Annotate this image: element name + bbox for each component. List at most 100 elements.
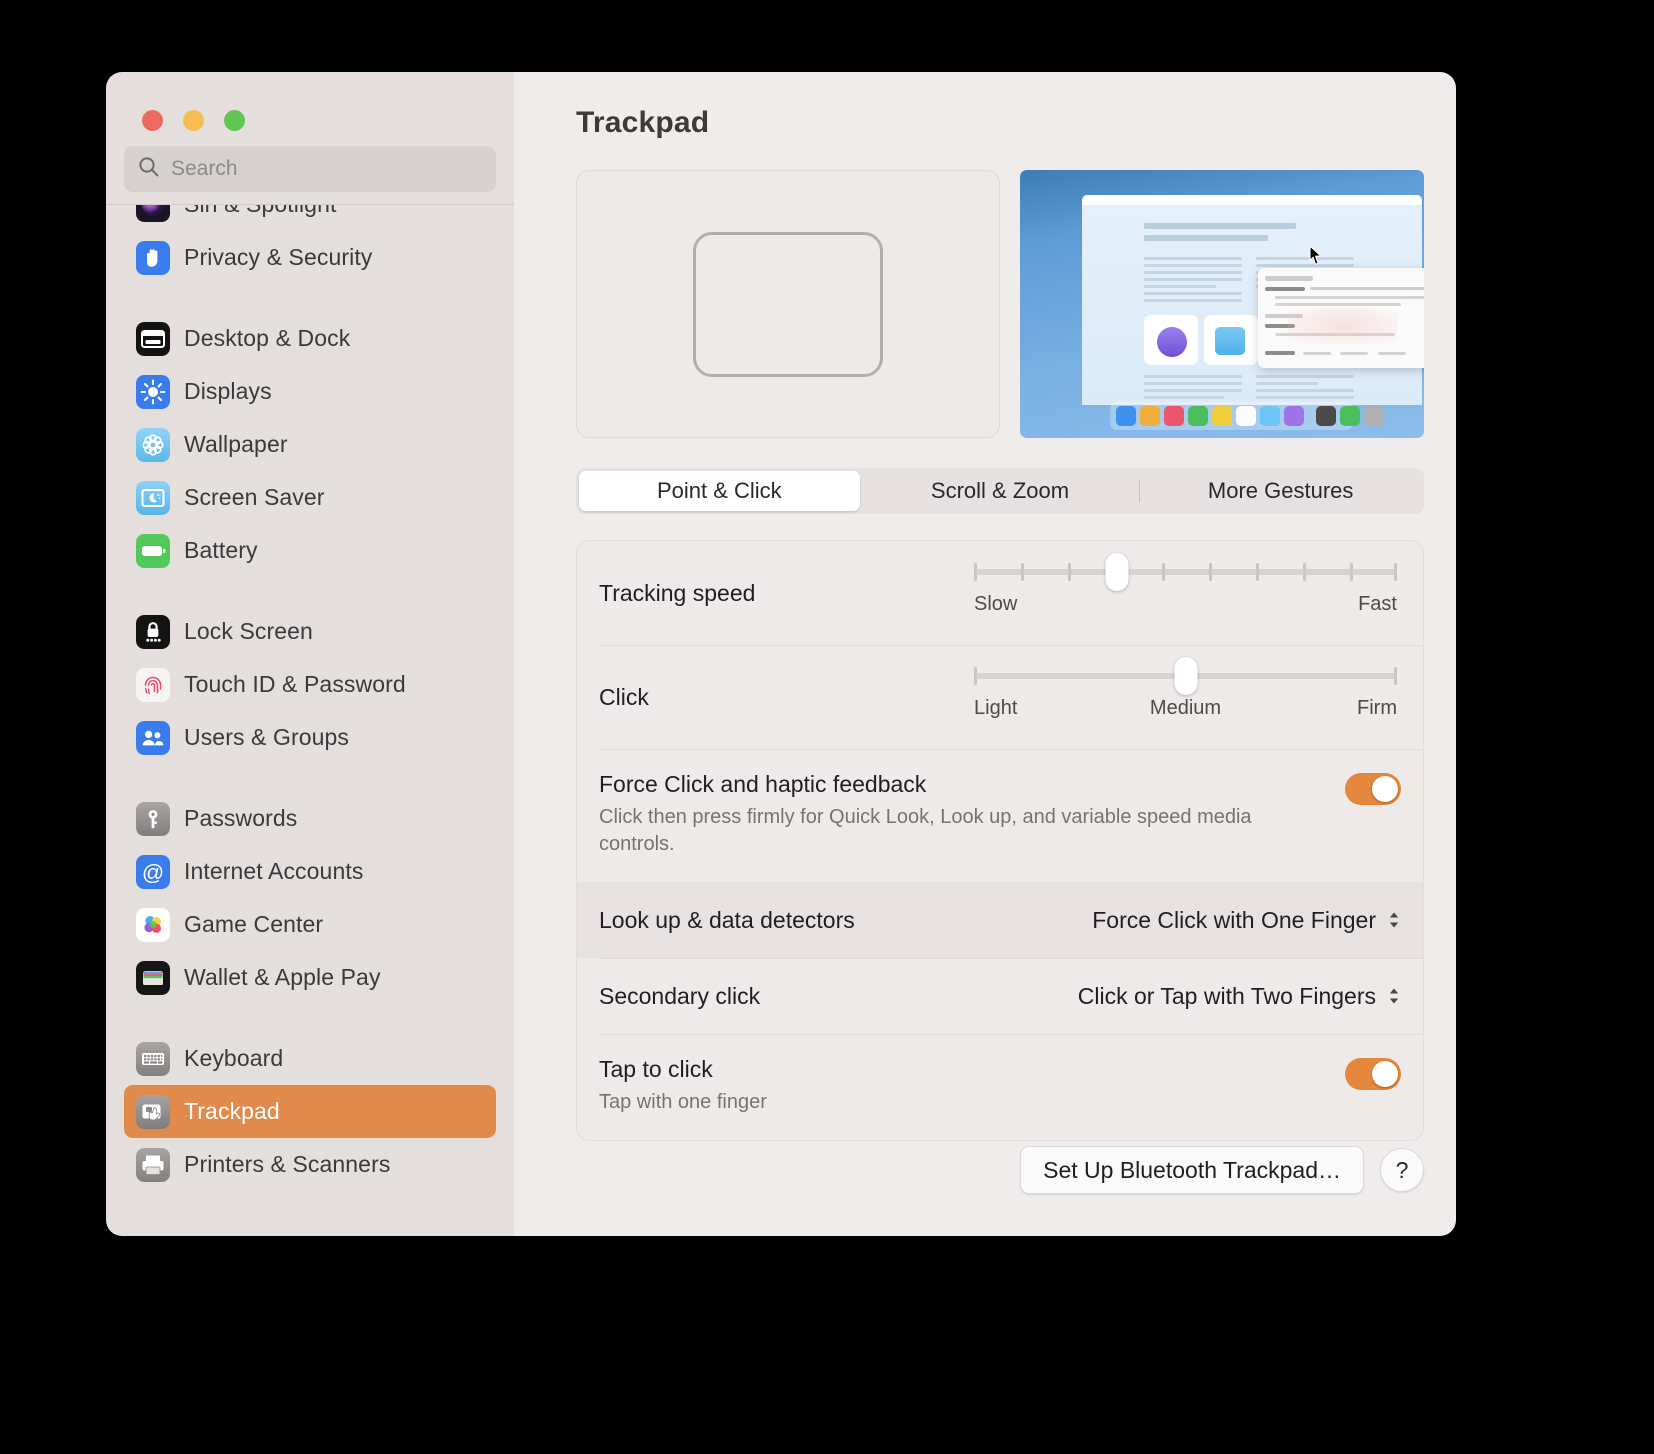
sidebar-item-trackpad[interactable]: Trackpad — [124, 1085, 496, 1138]
row-look-up-data-detectors[interactable]: Look up & data detectors Force Click wit… — [577, 882, 1423, 958]
slider-mid-label: Medium — [1150, 697, 1221, 720]
tab-label: Point & Click — [657, 478, 782, 504]
row-secondary-click[interactable]: Secondary click Click or Tap with Two Fi… — [577, 958, 1423, 1034]
keyboard-icon — [136, 1042, 170, 1076]
sidebar-item-displays[interactable]: Displays — [124, 365, 496, 418]
chevron-updown-icon — [1387, 910, 1401, 930]
sidebar-item-wallet-apple-pay[interactable]: Wallet & Apple Pay — [124, 951, 496, 1004]
sidebar-item-battery[interactable]: Battery — [124, 524, 496, 577]
search-container — [106, 146, 514, 192]
hand-shield-icon — [136, 241, 170, 275]
slider-track[interactable] — [974, 569, 1397, 575]
tab-label: Scroll & Zoom — [931, 478, 1069, 504]
tracking-speed-slider[interactable]: Slow Fast — [974, 569, 1401, 617]
sidebar-group: Keyboard Trackpad — [124, 1032, 496, 1191]
sidebar-item-label: Siri & Spotlight — [184, 204, 336, 218]
sidebar-item-screen-saver[interactable]: Screen Saver — [124, 471, 496, 524]
bluetooth-button-label: Set Up Bluetooth Trackpad… — [1043, 1157, 1341, 1184]
tab-more-gestures[interactable]: More Gestures — [1140, 471, 1421, 511]
search-box[interactable] — [124, 146, 496, 192]
sidebar-item-label: Displays — [184, 378, 272, 405]
slider-track[interactable] — [974, 673, 1397, 679]
trackpad-shape-icon — [693, 232, 883, 377]
trackpad-icon — [136, 1095, 170, 1129]
wallet-icon — [136, 961, 170, 995]
flower-icon — [136, 428, 170, 462]
sidebar-item-label: Battery — [184, 537, 258, 564]
sidebar-divider — [106, 204, 514, 205]
sidebar-item-passwords[interactable]: Passwords — [124, 792, 496, 845]
sidebar-item-lock-screen[interactable]: Lock Screen — [124, 605, 496, 658]
click-slider[interactable]: Light Medium Firm — [974, 673, 1401, 721]
sidebar-item-label: Desktop & Dock — [184, 325, 350, 352]
row-force-click: Force Click and haptic feedback Click th… — [577, 749, 1423, 882]
slider-thumb[interactable] — [1174, 657, 1197, 695]
sidebar-item-internet-accounts[interactable]: @ Internet Accounts — [124, 845, 496, 898]
look-up-value: Force Click with One Finger — [1092, 907, 1376, 934]
sidebar-item-label: Trackpad — [184, 1098, 280, 1125]
sidebar-item-label: Passwords — [184, 805, 297, 832]
settings-card: Tracking speed Slow Fast — [576, 540, 1424, 1141]
look-up-popup-button[interactable]: Force Click with One Finger — [1092, 907, 1401, 934]
sidebar-group: Siri & Spotlight Privacy & Security — [124, 204, 496, 284]
sidebar-group: Lock Screen — [124, 605, 496, 764]
help-button[interactable]: ? — [1380, 1148, 1424, 1192]
sidebar-item-wallpaper[interactable]: Wallpaper — [124, 418, 496, 471]
sidebar-item-keyboard[interactable]: Keyboard — [124, 1032, 496, 1085]
detail-pane: Trackpad — [514, 72, 1456, 1236]
at-sign-icon: @ — [136, 855, 170, 889]
secondary-click-label: Secondary click — [599, 983, 760, 1010]
page-title: Trackpad — [576, 72, 1424, 140]
look-up-label: Look up & data detectors — [599, 907, 855, 934]
slider-min-label: Light — [974, 697, 1017, 720]
tab-scroll-and-zoom[interactable]: Scroll & Zoom — [860, 471, 1141, 511]
battery-icon — [136, 534, 170, 568]
tracking-speed-scale: Slow Fast — [974, 593, 1397, 617]
slider-thumb[interactable] — [1105, 553, 1128, 591]
sidebar: Siri & Spotlight Privacy & Security — [106, 72, 514, 1236]
preview-row — [576, 170, 1424, 438]
sidebar-item-label: Privacy & Security — [184, 244, 372, 271]
close-button[interactable] — [142, 110, 163, 131]
row-tracking-speed: Tracking speed Slow Fast — [577, 541, 1423, 645]
slider-min-label: Slow — [974, 593, 1017, 616]
sidebar-item-label: Internet Accounts — [184, 858, 363, 885]
window-controls — [106, 72, 514, 146]
sidebar-item-label: Printers & Scanners — [184, 1151, 390, 1178]
minimize-button[interactable] — [183, 110, 204, 131]
people-icon — [136, 721, 170, 755]
slider-max-label: Firm — [1357, 697, 1397, 720]
sidebar-item-game-center[interactable]: Game Center — [124, 898, 496, 951]
sidebar-item-users-groups[interactable]: Users & Groups — [124, 711, 496, 764]
sidebar-item-printers-scanners[interactable]: Printers & Scanners — [124, 1138, 496, 1191]
tab-bar: Point & Click Scroll & Zoom More Gesture… — [576, 468, 1424, 514]
sidebar-group: Passwords @ Internet Accounts — [124, 792, 496, 1004]
preview-dock — [1110, 402, 1353, 430]
click-label: Click — [599, 684, 974, 711]
fingerprint-icon — [136, 668, 170, 702]
sidebar-group: Desktop & Dock — [124, 312, 496, 577]
sidebar-scroll-area[interactable]: Siri & Spotlight Privacy & Security — [106, 204, 514, 1236]
arrow-cursor-icon — [1309, 245, 1323, 270]
tap-to-click-label: Tap to click — [599, 1056, 1321, 1083]
chevron-updown-icon — [1387, 986, 1401, 1006]
secondary-click-value: Click or Tap with Two Fingers — [1078, 983, 1376, 1010]
system-settings-window: Siri & Spotlight Privacy & Security — [106, 72, 1456, 1236]
key-icon — [136, 802, 170, 836]
sidebar-item-desktop-dock[interactable]: Desktop & Dock — [124, 312, 496, 365]
force-click-description: Click then press firmly for Quick Look, … — [599, 804, 1299, 858]
tap-to-click-toggle[interactable] — [1345, 1058, 1401, 1090]
set-up-bluetooth-trackpad-button[interactable]: Set Up Bluetooth Trackpad… — [1020, 1146, 1364, 1194]
sidebar-item-touch-id[interactable]: Touch ID & Password — [124, 658, 496, 711]
tab-label: More Gestures — [1208, 478, 1354, 504]
sidebar-item-siri-spotlight[interactable]: Siri & Spotlight — [124, 204, 496, 231]
zoom-button[interactable] — [224, 110, 245, 131]
sidebar-item-label: Touch ID & Password — [184, 671, 406, 698]
search-input[interactable] — [171, 157, 482, 181]
game-balloons-icon — [136, 908, 170, 942]
tap-to-click-description: Tap with one finger — [599, 1089, 1321, 1116]
sidebar-item-privacy-security[interactable]: Privacy & Security — [124, 231, 496, 284]
tab-point-and-click[interactable]: Point & Click — [579, 471, 860, 511]
force-click-toggle[interactable] — [1345, 773, 1401, 805]
secondary-click-popup-button[interactable]: Click or Tap with Two Fingers — [1078, 983, 1401, 1010]
